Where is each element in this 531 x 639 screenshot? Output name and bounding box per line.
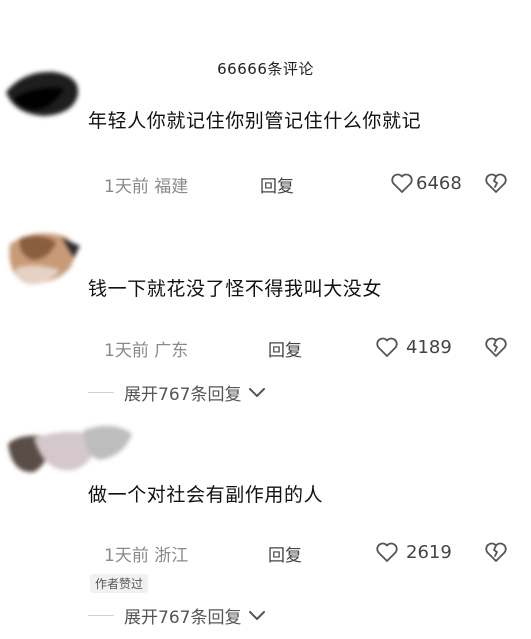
broken-heart-icon (485, 542, 507, 562)
like-count: 4189 (406, 336, 452, 358)
chevron-down-icon (249, 387, 266, 397)
like-button[interactable]: 4189 (374, 336, 452, 358)
avatar[interactable] (4, 420, 134, 480)
avatar[interactable] (4, 62, 82, 122)
heart-icon (376, 337, 398, 357)
reply-button[interactable]: 回复 (268, 336, 302, 361)
divider (88, 615, 114, 616)
heart-icon (391, 173, 413, 193)
broken-heart-icon (485, 337, 507, 357)
reply-button[interactable]: 回复 (260, 172, 294, 197)
heart-icon (376, 542, 398, 562)
comment-time-location: 1天前 福建 (104, 177, 189, 197)
expand-replies-label: 展开767条回复 (124, 385, 242, 405)
like-count: 2619 (406, 541, 452, 563)
like-button[interactable]: 6468 (390, 172, 462, 194)
dislike-button[interactable] (484, 172, 508, 194)
comment-time-location: 1天前 广东 (104, 341, 189, 361)
like-count: 6468 (416, 172, 462, 194)
expand-replies-button[interactable]: 展开767条回复 (88, 603, 266, 628)
expand-replies-button[interactable]: 展开767条回复 (88, 380, 266, 405)
avatar[interactable] (4, 228, 82, 288)
dislike-button[interactable] (484, 541, 508, 563)
expand-replies-label: 展开767条回复 (124, 608, 242, 628)
dislike-button[interactable] (484, 336, 508, 358)
like-button[interactable]: 2619 (374, 541, 452, 563)
comment-text: 钱一下就花没了怪不得我叫大没女 (88, 278, 383, 300)
author-liked-badge: 作者赞过 (90, 574, 149, 593)
comment-time-location: 1天前 浙江 (104, 546, 189, 566)
comment-text: 做一个对社会有副作用的人 (88, 484, 324, 506)
broken-heart-icon (485, 173, 507, 193)
chevron-down-icon (249, 610, 266, 620)
divider (88, 392, 114, 393)
comment-text: 年轻人你就记住你别管记住什么你就记 (88, 110, 422, 132)
reply-button[interactable]: 回复 (268, 541, 302, 566)
